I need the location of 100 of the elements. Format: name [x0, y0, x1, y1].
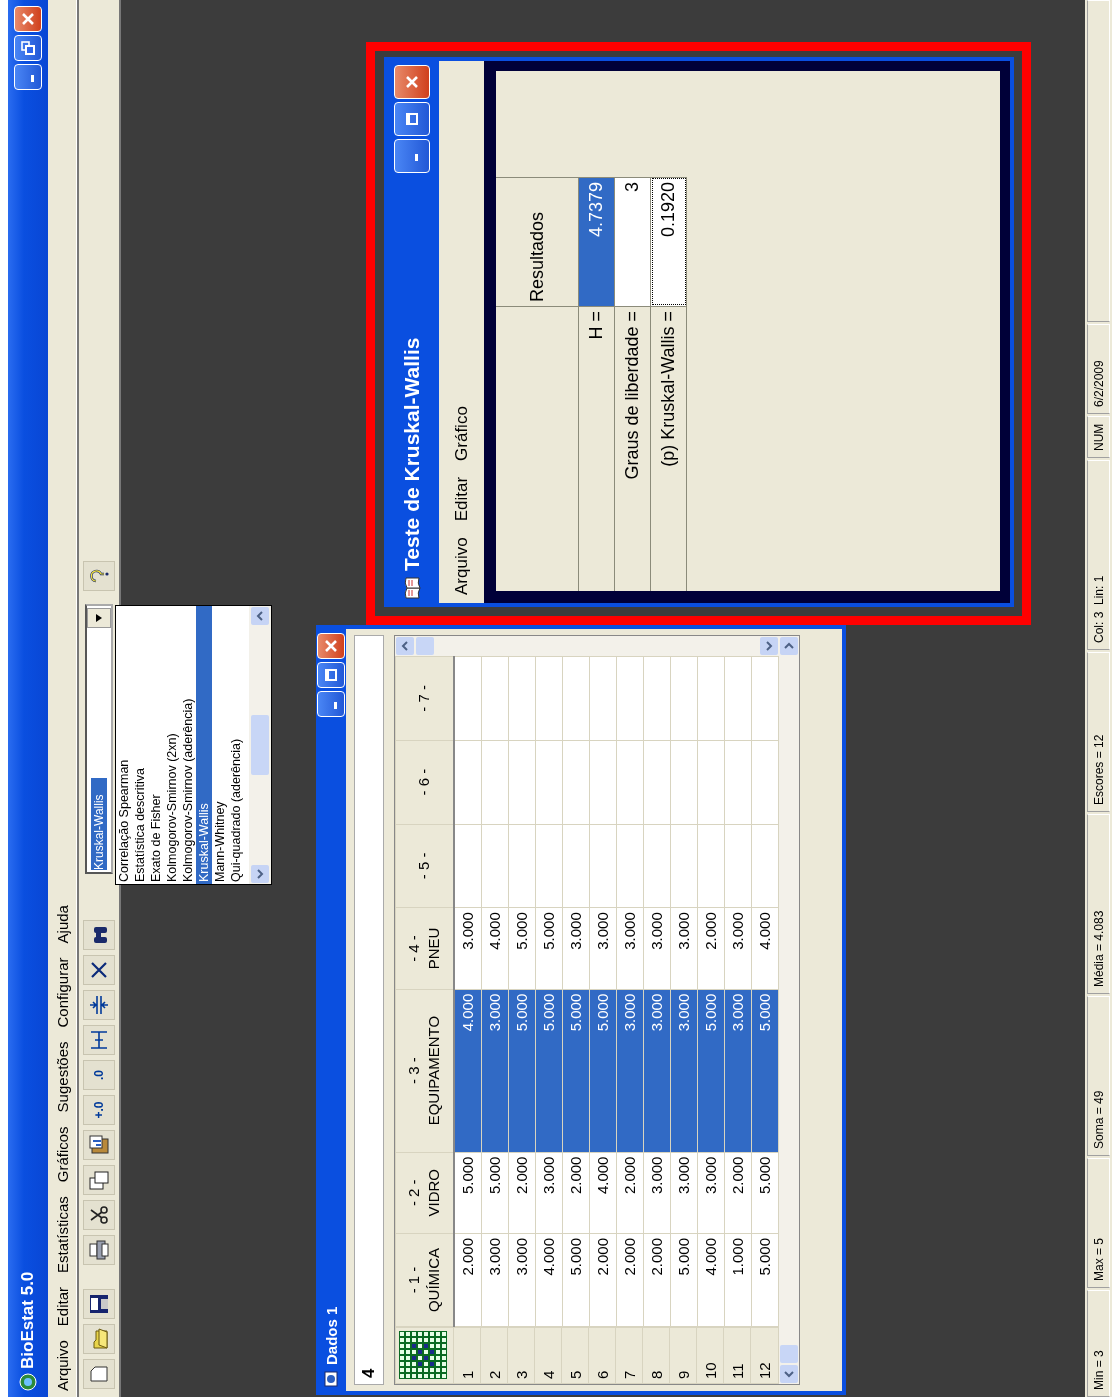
- list-scrollbar[interactable]: [249, 606, 271, 884]
- list-item[interactable]: Kolmogorov-Smirnov (2xn): [164, 606, 180, 884]
- maximize-button[interactable]: [393, 102, 430, 136]
- cell-input-field[interactable]: 4: [354, 635, 384, 1385]
- caret-icon[interactable]: [87, 608, 111, 628]
- table-cell[interactable]: 3.000: [589, 907, 616, 990]
- table-cell[interactable]: [481, 740, 508, 824]
- table-cell[interactable]: [697, 740, 724, 824]
- list-item[interactable]: Mann-Whitney: [212, 606, 228, 884]
- menu-item[interactable]: Sugestões: [53, 1041, 71, 1113]
- menu-item[interactable]: Editar: [451, 476, 472, 522]
- list-item[interactable]: Estatística descritiva: [132, 606, 148, 884]
- list-item[interactable]: Correlação Spearman: [116, 606, 132, 884]
- table-cell[interactable]: 2.000: [697, 907, 724, 990]
- result-value-cell[interactable]: 3: [614, 177, 651, 307]
- row-header[interactable]: 10: [696, 1327, 724, 1384]
- menu-item[interactable]: Configurar: [53, 957, 71, 1028]
- pages-icon[interactable]: [83, 1165, 115, 1195]
- scissors-icon[interactable]: [83, 1200, 115, 1230]
- close-button[interactable]: [317, 633, 345, 659]
- list-item[interactable]: Kolmogorov-Smirnov (aderência): [180, 606, 196, 884]
- table-cell[interactable]: 5.000: [697, 989, 724, 1153]
- table-cell[interactable]: 5.000: [589, 989, 616, 1153]
- table-cell[interactable]: [453, 824, 481, 908]
- column-header[interactable]: - 6 -: [395, 740, 454, 824]
- table-cell[interactable]: [589, 824, 616, 908]
- table-cell[interactable]: [453, 740, 481, 824]
- column-header[interactable]: - 3 - EQUIPAMENTO: [395, 989, 454, 1153]
- table-cell[interactable]: 4.000: [697, 1233, 724, 1327]
- table-cell[interactable]: [562, 740, 589, 824]
- table-cell[interactable]: 3.000: [643, 907, 670, 990]
- table-cell[interactable]: 1.000: [724, 1233, 751, 1327]
- decimal-button[interactable]: .0: [83, 1060, 115, 1090]
- scroll-thumb[interactable]: [251, 715, 269, 775]
- table-cell[interactable]: 5.000: [508, 907, 535, 990]
- table-cell[interactable]: [508, 740, 535, 824]
- new-page-icon[interactable]: [83, 1359, 115, 1389]
- result-value-cell[interactable]: 4.7379: [578, 177, 615, 307]
- table-cell[interactable]: [616, 740, 643, 824]
- list-item[interactable]: Kruskal-Wallis: [196, 606, 212, 884]
- column-header[interactable]: - 7 -: [395, 656, 454, 741]
- table-cell[interactable]: 5.000: [670, 1233, 697, 1327]
- row-header[interactable]: 5: [561, 1327, 589, 1384]
- table-cell[interactable]: 3.000: [508, 1233, 535, 1327]
- help-icon[interactable]: [83, 561, 115, 591]
- table-cell[interactable]: [643, 740, 670, 824]
- table-cell[interactable]: 2.000: [453, 1233, 481, 1327]
- list-item[interactable]: Exato de Fisher: [148, 606, 164, 884]
- table-cell[interactable]: 3.000: [643, 989, 670, 1153]
- table-cell[interactable]: 2.000: [643, 1233, 670, 1327]
- table-cell[interactable]: 2.000: [589, 1233, 616, 1327]
- table-cell[interactable]: 3.000: [481, 1233, 508, 1327]
- test-dropdown[interactable]: Kruskal-Wallis: [85, 604, 113, 874]
- row-header[interactable]: 4: [534, 1327, 562, 1384]
- row-header[interactable]: 12: [750, 1327, 778, 1384]
- table-cell[interactable]: 4.000: [453, 989, 481, 1153]
- table-cell[interactable]: [724, 740, 751, 824]
- table-cell[interactable]: [508, 824, 535, 908]
- row-header[interactable]: 3: [507, 1327, 535, 1384]
- table-cell[interactable]: 5.000: [562, 989, 589, 1153]
- table-cell[interactable]: 3.000: [481, 989, 508, 1153]
- table-cell[interactable]: 4.000: [481, 907, 508, 990]
- table-cell[interactable]: [670, 740, 697, 824]
- clipboard-chart-icon[interactable]: [83, 1130, 115, 1160]
- menu-item[interactable]: Estatísticas: [53, 1196, 71, 1273]
- column-header[interactable]: - 2 - VIDRO: [395, 1152, 454, 1234]
- table-cell[interactable]: 4.000: [751, 907, 778, 990]
- column-header[interactable]: - 5 -: [395, 824, 454, 908]
- table-cell[interactable]: 2.000: [616, 1233, 643, 1327]
- table-cell[interactable]: 3.000: [616, 989, 643, 1153]
- folder-icon[interactable]: [83, 1324, 115, 1354]
- row-header[interactable]: 6: [588, 1327, 616, 1384]
- table-cell[interactable]: [724, 824, 751, 908]
- table-cell[interactable]: 3.000: [724, 907, 751, 990]
- menu-item[interactable]: Gráfico: [451, 406, 472, 461]
- restore-button[interactable]: [14, 35, 42, 61]
- vertical-scrollbar[interactable]: [395, 636, 779, 656]
- table-cell[interactable]: [562, 824, 589, 908]
- table-cell[interactable]: 5.000: [535, 989, 562, 1153]
- table-cell[interactable]: 5.000: [751, 1233, 778, 1327]
- table-cell[interactable]: [670, 824, 697, 908]
- row-header[interactable]: 9: [669, 1327, 697, 1384]
- table-cell[interactable]: 5.000: [535, 907, 562, 990]
- table-cell[interactable]: [481, 824, 508, 908]
- menu-item[interactable]: Gráficos: [53, 1126, 71, 1183]
- row-header[interactable]: 7: [615, 1327, 643, 1384]
- table-cell[interactable]: 5.000: [751, 989, 778, 1153]
- table-cell[interactable]: 4.000: [535, 1233, 562, 1327]
- row-header[interactable]: 2: [480, 1327, 508, 1384]
- table-cell[interactable]: 3.000: [616, 907, 643, 990]
- table-cell[interactable]: [643, 824, 670, 908]
- row-header[interactable]: 8: [642, 1327, 670, 1384]
- table-cell[interactable]: [535, 740, 562, 824]
- split-arrows-icon[interactable]: [83, 990, 115, 1020]
- spacing-icon[interactable]: [83, 1025, 115, 1055]
- result-value-cell[interactable]: 0.1920: [650, 177, 687, 307]
- row-header[interactable]: 11: [723, 1327, 751, 1384]
- table-cell[interactable]: [697, 824, 724, 908]
- minimize-button[interactable]: [393, 139, 430, 173]
- table-cell[interactable]: 3.000: [562, 907, 589, 990]
